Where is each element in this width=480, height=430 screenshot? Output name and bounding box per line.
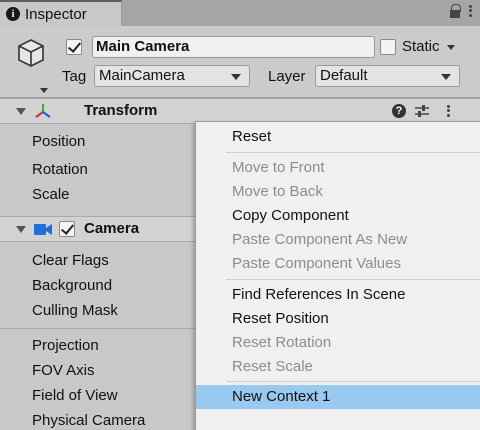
layer-dropdown[interactable]: Default	[315, 65, 460, 87]
tag-label: Tag	[62, 68, 87, 85]
menu-separator	[226, 279, 480, 280]
property-physical-camera: Physical Camera	[32, 412, 146, 429]
gameobject-header: Main Camera Static Tag MainCamera Layer …	[0, 26, 480, 98]
menu-separator	[226, 152, 480, 153]
menu-item-new-context-1[interactable]: New Context 1	[196, 385, 480, 409]
tab-inspector[interactable]: i Inspector	[0, 0, 122, 26]
camera-title: Camera	[84, 220, 140, 237]
menu-item-move-to-front[interactable]: Move to Front	[196, 156, 480, 180]
camera-icon	[34, 224, 52, 235]
camera-enabled-checkbox[interactable]	[59, 221, 75, 237]
lock-icon[interactable]	[450, 4, 461, 18]
property-culling-mask: Culling Mask	[32, 302, 118, 319]
tag-dropdown[interactable]: MainCamera	[94, 65, 250, 87]
menu-item-paste-component-values[interactable]: Paste Component Values	[196, 252, 480, 276]
separator	[0, 328, 195, 329]
layer-value: Default	[320, 67, 368, 84]
property-fov-axis: FOV Axis	[32, 362, 95, 379]
menu-separator	[226, 381, 480, 382]
preset-sliders-icon[interactable]	[414, 104, 430, 118]
foldout-arrow-icon[interactable]	[16, 226, 26, 233]
help-icon[interactable]: ?	[392, 104, 406, 118]
transform-axes-icon	[35, 104, 51, 118]
property-scale: Scale	[32, 186, 70, 203]
tag-value: MainCamera	[99, 67, 185, 84]
object-name-field[interactable]: Main Camera	[92, 36, 375, 58]
menu-item-find-references[interactable]: Find References In Scene	[196, 283, 480, 307]
component-menu-icon[interactable]	[446, 104, 450, 118]
menu-item-reset-rotation[interactable]: Reset Rotation	[196, 331, 480, 355]
property-rotation: Rotation	[32, 161, 88, 178]
static-dropdown-caret[interactable]	[447, 45, 455, 50]
property-field-of-view: Field of View	[32, 387, 118, 404]
foldout-arrow-icon[interactable]	[16, 108, 26, 115]
info-icon: i	[6, 7, 20, 21]
menu-item-move-to-back[interactable]: Move to Back	[196, 180, 480, 204]
menu-item-reset-position[interactable]: Reset Position	[196, 307, 480, 331]
cube-icon[interactable]	[16, 38, 46, 68]
static-label: Static	[402, 38, 440, 55]
transform-title: Transform	[84, 102, 158, 119]
property-background: Background	[32, 277, 113, 294]
chevron-down-icon	[231, 74, 241, 80]
menu-item-reset[interactable]: Reset	[196, 125, 480, 149]
menu-item-reset-scale[interactable]: Reset Scale	[196, 355, 480, 379]
property-projection: Projection	[32, 337, 99, 354]
menu-item-copy-component[interactable]: Copy Component	[196, 204, 480, 228]
chevron-down-icon	[441, 74, 451, 80]
active-checkbox[interactable]	[66, 39, 82, 55]
layer-label: Layer	[268, 68, 306, 85]
property-position: Position	[32, 133, 86, 150]
context-menu: Reset Move to Front Move to Back Copy Co…	[195, 121, 480, 430]
tab-bar: i Inspector	[0, 0, 480, 26]
property-clear-flags: Clear Flags	[32, 252, 109, 269]
menu-item-paste-component-as-new[interactable]: Paste Component As New	[196, 228, 480, 252]
kebab-menu-icon[interactable]	[468, 4, 472, 18]
static-checkbox[interactable]	[380, 39, 396, 55]
tab-label: Inspector	[25, 5, 87, 23]
icon-dropdown-caret[interactable]	[40, 88, 48, 93]
